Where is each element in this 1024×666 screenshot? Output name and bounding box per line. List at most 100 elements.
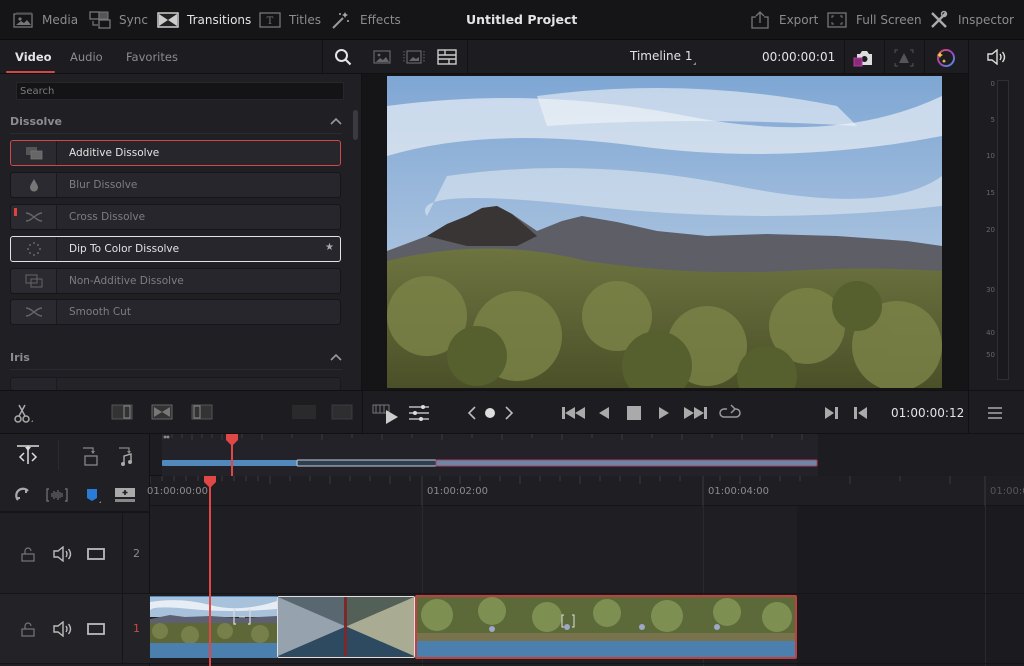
stop-icon[interactable] <box>625 404 643 422</box>
snapping-magnet-icon[interactable] <box>12 484 34 506</box>
insert-transition-center-icon[interactable] <box>150 403 174 421</box>
smooth-cut-icon <box>11 300 57 324</box>
inspector-button[interactable]: Inspector <box>928 8 1014 32</box>
meter-tick: 20 <box>986 226 995 234</box>
effects-button[interactable]: Effects <box>330 8 401 32</box>
chevron-up-icon[interactable] <box>330 353 342 363</box>
transition-item-iris-partial[interactable] <box>10 377 341 391</box>
scissors-icon[interactable] <box>10 403 36 425</box>
transitions-icon <box>157 11 179 29</box>
add-track-icon[interactable] <box>113 486 137 504</box>
track-number-active: 1 <box>122 594 150 663</box>
loop-icon[interactable] <box>717 402 743 424</box>
go-to-end-icon[interactable] <box>682 404 708 422</box>
fullscreen-button[interactable]: Full Screen <box>826 8 922 32</box>
snapshot-icon[interactable] <box>852 47 876 69</box>
non-additive-dissolve-icon <box>11 269 57 293</box>
mini-clip-1 <box>162 460 297 466</box>
project-title: Untitled Project <box>466 12 578 27</box>
effects-icon <box>330 11 352 29</box>
meter-tick: 50 <box>986 351 995 359</box>
insert-audio-icon[interactable] <box>114 444 138 468</box>
video-clip-1[interactable] <box>150 596 277 658</box>
timeline-ruler[interactable]: 01:00:00:00 01:00:02:00 01:00:04:00 01:0… <box>147 476 1024 506</box>
track-headers: 2 1 <box>0 476 150 666</box>
search-button[interactable] <box>322 40 362 74</box>
transition-item-additive-dissolve[interactable]: Additive Dissolve <box>10 140 341 166</box>
next-edit-icon[interactable] <box>502 404 516 422</box>
lock-icon[interactable] <box>18 544 38 564</box>
audio-scrub-icon[interactable] <box>44 485 70 505</box>
timeline-empty-region <box>797 506 1024 666</box>
menu-icon[interactable] <box>985 403 1005 423</box>
speaker-icon[interactable] <box>983 47 1009 67</box>
transition-item-non-additive-dissolve[interactable]: Non-Additive Dissolve <box>10 268 341 294</box>
track-video-toggle-icon[interactable] <box>85 619 107 639</box>
transition-item-smooth-cut[interactable]: Smooth Cut <box>10 299 341 325</box>
chevron-up-icon[interactable] <box>330 117 342 127</box>
insert-clip-icon[interactable] <box>78 444 102 468</box>
export-label: Export <box>779 13 819 27</box>
tab-favorites[interactable]: Favorites <box>126 50 178 64</box>
ruler-label: 01:00:00:00 <box>147 486 209 497</box>
track-header-v2: 2 <box>0 512 150 594</box>
panel-scrollbar[interactable] <box>353 110 358 140</box>
mini-playhead-line <box>231 444 233 476</box>
smart-reframe-icon[interactable] <box>932 46 958 70</box>
video-clip-2[interactable] <box>415 595 797 659</box>
mini-timeline-tools <box>0 434 150 476</box>
mini-timeline <box>0 434 1024 476</box>
clip-playback-icon[interactable] <box>372 401 400 425</box>
mini-timeline-track[interactable] <box>162 434 818 476</box>
favorite-star-icon[interactable]: ★ <box>325 242 334 253</box>
ripple-overwrite-icon[interactable] <box>290 403 318 421</box>
source-timecode: 00:00:00:01 <box>762 50 836 64</box>
lock-icon[interactable] <box>18 619 38 639</box>
timeline-area[interactable]: 01:00:00:00 01:00:02:00 01:00:04:00 01:0… <box>147 476 1024 666</box>
meter-tick: 30 <box>986 286 995 294</box>
fullscreen-icon <box>826 11 848 29</box>
safe-area-icon[interactable] <box>892 47 916 69</box>
mini-clip-2 <box>435 459 818 467</box>
mark-in-icon[interactable] <box>822 404 840 422</box>
titles-button[interactable]: T Titles <box>259 8 321 32</box>
viewer-toolbar: Timeline 1 00:00:00:01 <box>362 40 968 74</box>
source-tape-icon[interactable] <box>402 48 426 66</box>
audio-meter-panel: 0 5 10 15 20 30 40 50 <box>968 40 1024 390</box>
cross-dissolve-transition-clip[interactable] <box>277 596 415 658</box>
marker-dot-icon[interactable] <box>482 405 498 421</box>
sync-button[interactable]: Sync <box>89 8 148 32</box>
tab-video[interactable]: Video <box>15 50 52 64</box>
transition-item-dip-to-color-dissolve[interactable]: Dip To Color Dissolve ★ <box>10 236 341 262</box>
track-audio-icon[interactable] <box>51 619 73 639</box>
transition-item-blur-dissolve[interactable]: Blur Dissolve <box>10 172 341 198</box>
transition-item-cross-dissolve[interactable]: Cross Dissolve <box>10 204 341 230</box>
source-clip-icon[interactable] <box>372 48 392 66</box>
play-reverse-icon[interactable] <box>596 404 612 422</box>
active-tab-indicator <box>6 71 55 73</box>
media-icon <box>12 11 34 29</box>
additive-dissolve-icon <box>11 141 57 165</box>
track-video-toggle-icon[interactable] <box>85 544 107 564</box>
transitions-button[interactable]: Transitions <box>157 8 251 32</box>
insert-transition-left-icon[interactable] <box>110 403 134 421</box>
timeline-name-dropdown[interactable]: Timeline 1 <box>630 49 692 63</box>
flag-marker-icon[interactable] <box>82 485 104 507</box>
track-audio-icon[interactable] <box>51 544 73 564</box>
tab-audio[interactable]: Audio <box>70 50 103 64</box>
timeline-zoom-icon[interactable] <box>14 442 42 468</box>
section-divider <box>10 369 342 370</box>
video-frame-image <box>387 76 942 388</box>
place-on-top-icon[interactable] <box>330 403 354 421</box>
video-preview[interactable] <box>387 76 942 388</box>
go-to-start-icon[interactable] <box>561 404 587 422</box>
previous-edit-icon[interactable] <box>465 404 479 422</box>
play-icon[interactable] <box>656 404 672 422</box>
timeline-view-icon[interactable] <box>435 48 459 66</box>
search-input[interactable] <box>16 82 344 100</box>
mark-out-icon[interactable] <box>852 404 870 422</box>
export-button[interactable]: Export <box>749 8 818 32</box>
settings-sliders-icon[interactable] <box>407 403 431 423</box>
insert-transition-right-icon[interactable] <box>190 403 214 421</box>
media-button[interactable]: Media <box>12 8 78 32</box>
